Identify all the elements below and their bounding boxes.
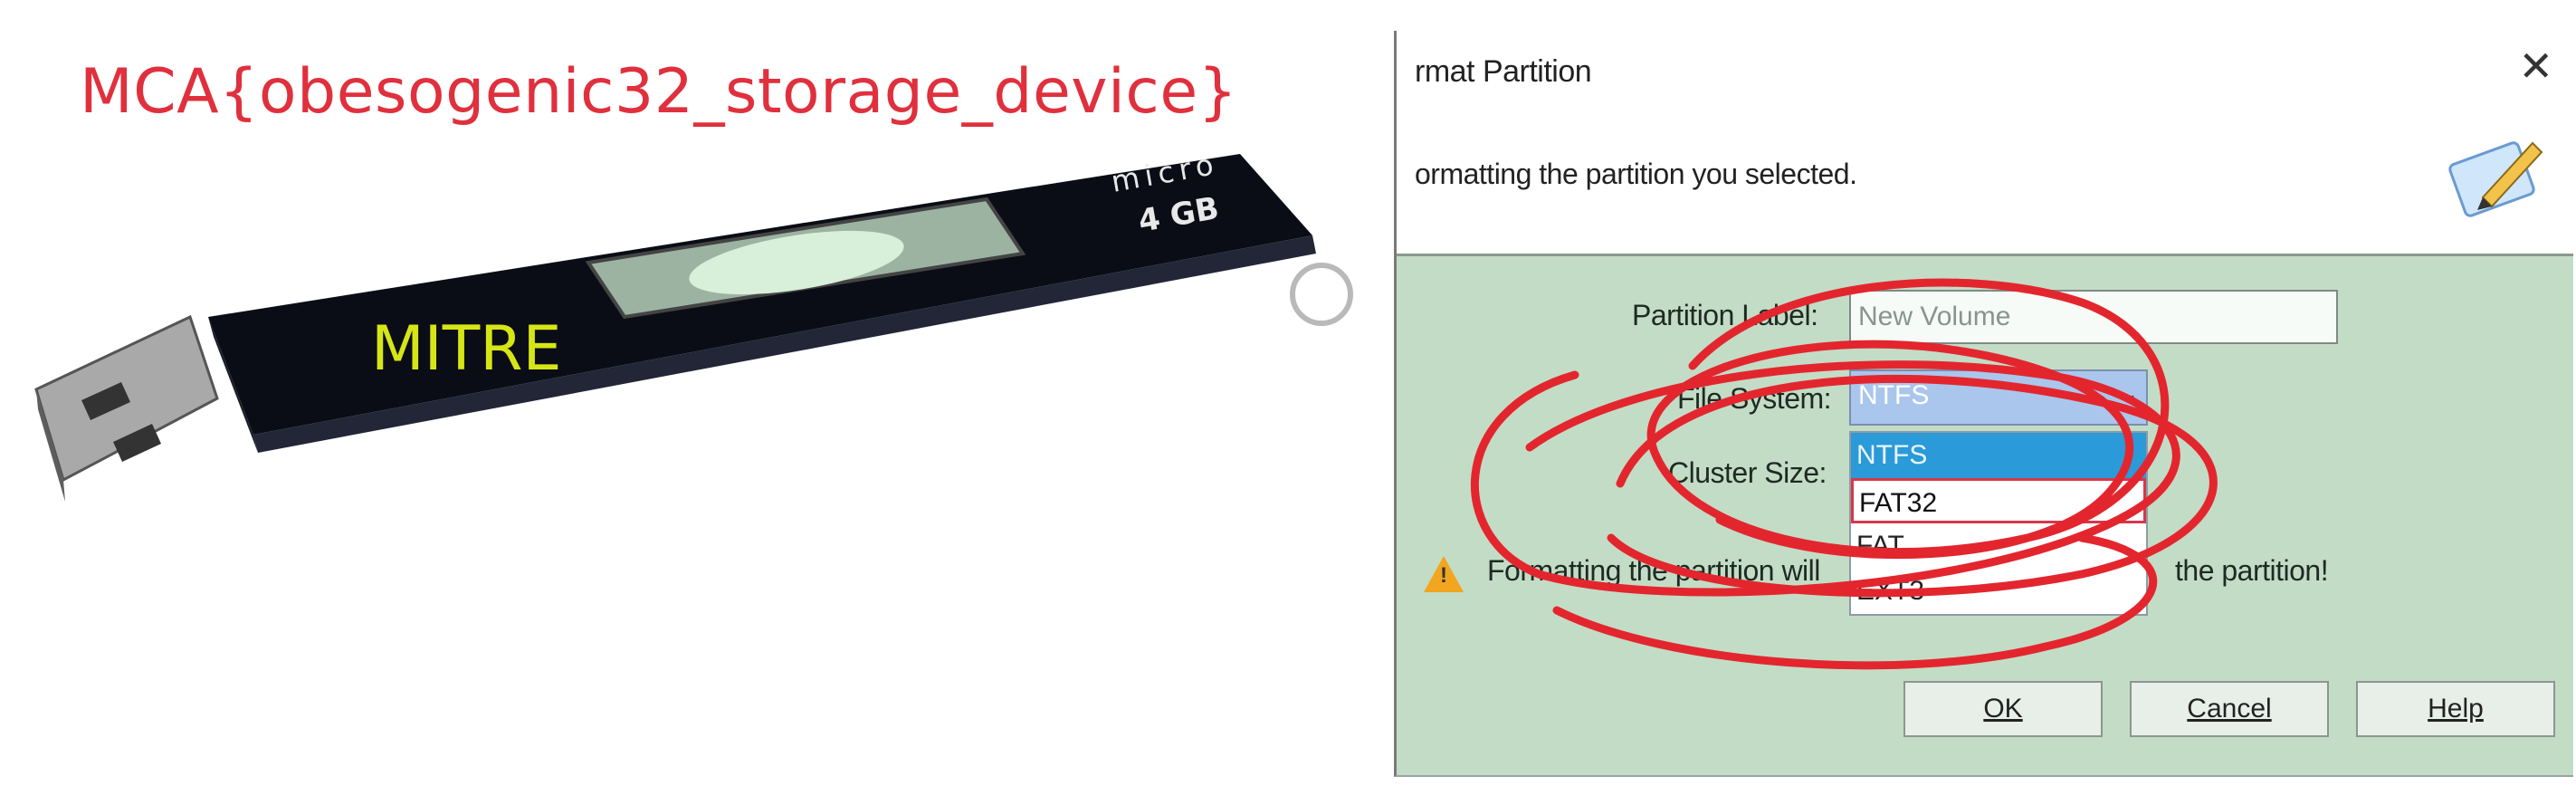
file-system-dropdown: NTFS FAT32 FAT EXT3 [1849,431,2148,616]
drive-brand-text: MITRE [371,313,561,385]
warning-text-start: Formatting the partition will [1487,554,1820,587]
warning-icon: ! [1424,556,1464,592]
dialog-title: rmat Partition [1415,54,1592,89]
chevron-down-icon[interactable]: ⌄ [2119,380,2139,407]
usb-connector [34,314,219,502]
file-system-selected: NTFS [1858,380,1930,410]
file-system-select[interactable]: NTFS ⌄ [1849,369,2148,426]
ok-button[interactable]: OK [1903,681,2103,737]
dropdown-option-ext3[interactable]: EXT3 [1851,569,2146,614]
help-button[interactable]: Help [2356,681,2555,737]
partition-label-input[interactable] [1849,290,2338,344]
dialog-header: rmat Partition ✕ ormatting the partition… [1397,31,2573,256]
format-partition-dialog: rmat Partition ✕ ormatting the partition… [1394,31,2573,777]
dropdown-option-fat32[interactable]: FAT32 [1851,478,2146,523]
warning-text-end: the partition! [2175,554,2329,587]
edit-pencil-icon [2448,141,2543,217]
close-icon[interactable]: ✕ [2518,45,2553,87]
usb-drive-image: micro 4 GB MITRE [34,147,1353,502]
file-system-label: File System: [1677,382,1832,415]
dropdown-option-fat[interactable]: FAT [1851,523,2146,569]
dropdown-option-ntfs[interactable]: NTFS [1851,433,2146,478]
flag-text: MCA{obesogenic32_storage_device} [80,56,1238,128]
cancel-button[interactable]: Cancel [2130,681,2329,737]
cluster-size-label: Cluster Size: [1668,456,1827,489]
partition-label-label: Partition Label: [1632,299,1818,331]
dialog-description: ormatting the partition you selected. [1415,158,1857,190]
